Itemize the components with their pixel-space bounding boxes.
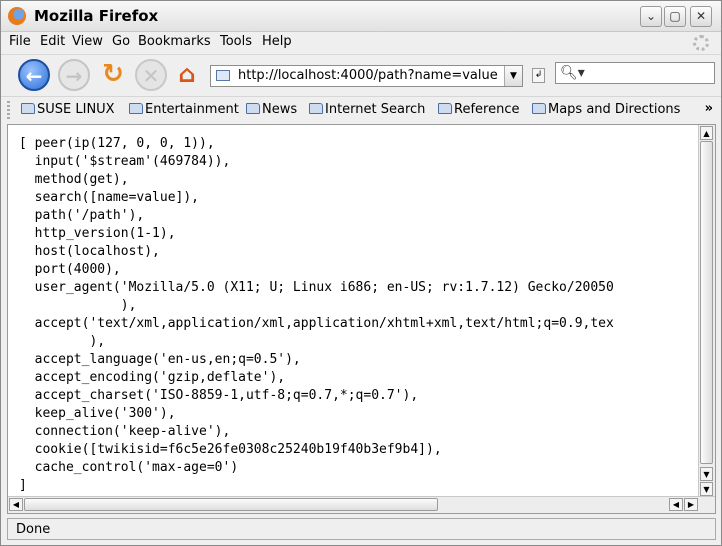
code-line: user_agent('Mozilla/5.0 (X11; U; Linux i…	[19, 280, 614, 295]
url-input[interactable]: http://localhost:4000/path?name=value	[238, 68, 498, 83]
bookmark-reference[interactable]: Reference	[438, 102, 519, 117]
code-line: accept('text/xml,application/xml,applica…	[19, 316, 614, 331]
bookmarks-toolbar: SUSE LINUX Entertainment News Internet S…	[1, 96, 721, 123]
folder-icon	[438, 103, 452, 114]
bookmark-label: News	[262, 102, 298, 117]
code-line: accept_charset('ISO-8859-1,utf-8;q=0.7,*…	[19, 388, 419, 403]
code-line: accept_language('en-us,en;q=0.5'),	[19, 352, 301, 367]
toolbar-grip-icon[interactable]	[7, 101, 10, 119]
bookmark-label: Entertainment	[145, 102, 239, 117]
bookmark-maps-and-directions[interactable]: Maps and Directions	[532, 102, 680, 117]
menu-bar: File Edit View Go Bookmarks Tools Help	[1, 32, 721, 54]
code-line: path('/path'),	[19, 208, 145, 223]
scroll-left-arrow-icon[interactable]: ◀	[669, 498, 683, 511]
stop-button[interactable]: ✕	[135, 59, 167, 91]
menu-tools[interactable]: Tools	[220, 34, 252, 49]
scroll-right-arrow-icon[interactable]: ▶	[684, 498, 698, 511]
throbber-icon	[693, 35, 709, 51]
reload-button[interactable]: ↻	[97, 59, 129, 91]
chevron-down-icon: ▼	[510, 71, 517, 81]
bookmark-entertainment[interactable]: Entertainment	[129, 102, 239, 117]
code-line: ]	[19, 478, 27, 493]
bookmark-label: Reference	[454, 102, 520, 117]
code-line: cookie([twikisid=f6c5e26fe0308c25240b19f…	[19, 442, 442, 457]
go-button[interactable]: ↲	[532, 68, 545, 83]
code-line: http_version(1-1),	[19, 226, 176, 241]
folder-icon	[309, 103, 323, 114]
back-arrow-icon: ←	[25, 64, 43, 88]
status-text: Done	[16, 522, 51, 537]
page-text: [ peer(ip(127, 0, 0, 1)), input('$stream…	[19, 135, 702, 495]
window-title: Mozilla Firefox	[34, 7, 159, 25]
code-line: accept_encoding('gzip,deflate'),	[19, 370, 286, 385]
status-bar: Done	[7, 518, 716, 540]
code-line: method(get),	[19, 172, 129, 187]
minimize-button[interactable]: ⌄	[640, 6, 662, 27]
folder-icon	[21, 103, 35, 114]
menu-help[interactable]: Help	[262, 34, 292, 49]
vertical-scrollbar[interactable]: ▲ ▼ ▼	[698, 125, 715, 498]
bookmark-suse-linux[interactable]: SUSE LINUX	[21, 102, 115, 117]
scroll-down-arrow-icon[interactable]: ▼	[700, 482, 713, 496]
url-history-dropdown[interactable]: ▼	[504, 66, 522, 86]
reload-icon: ↻	[102, 59, 124, 89]
code-line: ),	[19, 334, 106, 349]
horizontal-scroll-thumb[interactable]	[24, 498, 438, 511]
title-bar[interactable]: Mozilla Firefox ⌄ ▢ ✕	[1, 1, 721, 32]
code-line: input('$stream'(469784)),	[19, 154, 231, 169]
menu-go[interactable]: Go	[112, 34, 130, 49]
home-icon: ⌂	[178, 60, 196, 88]
scroll-left-arrow-icon[interactable]: ◀	[9, 498, 23, 511]
code-line: host(localhost),	[19, 244, 160, 259]
code-line: cache_control('max-age=0')	[19, 460, 239, 475]
bookmark-label: Maps and Directions	[548, 102, 681, 117]
search-icon[interactable]: 🔍︎▾	[560, 65, 585, 81]
menu-file[interactable]: File	[9, 34, 31, 49]
code-line: keep_alive('300'),	[19, 406, 176, 421]
code-line: port(4000),	[19, 262, 121, 277]
stop-icon: ✕	[142, 64, 160, 88]
bookmarks-overflow-chevron-icon[interactable]: »	[705, 101, 713, 116]
menu-view[interactable]: View	[72, 34, 103, 49]
folder-icon	[246, 103, 260, 114]
bookmark-label: Internet Search	[325, 102, 426, 117]
back-button[interactable]: ←	[18, 59, 50, 91]
bookmark-label: SUSE LINUX	[37, 102, 115, 117]
bookmark-news[interactable]: News	[246, 102, 297, 117]
scroll-down-arrow-icon[interactable]: ▼	[700, 467, 713, 481]
bookmark-internet-search[interactable]: Internet Search	[309, 102, 425, 117]
folder-icon	[532, 103, 546, 114]
page-icon	[216, 70, 230, 81]
code-line: connection('keep-alive'),	[19, 424, 231, 439]
vertical-scroll-thumb[interactable]	[700, 141, 713, 464]
scroll-up-arrow-icon[interactable]: ▲	[700, 126, 713, 140]
menu-edit[interactable]: Edit	[40, 34, 65, 49]
menu-bookmarks[interactable]: Bookmarks	[138, 34, 211, 49]
close-button[interactable]: ✕	[690, 6, 712, 27]
code-line: [ peer(ip(127, 0, 0, 1)),	[19, 136, 215, 151]
url-bar[interactable]: http://localhost:4000/path?name=value ▼	[210, 65, 523, 87]
search-input[interactable]: 🔍︎▾	[555, 62, 715, 84]
firefox-logo-icon	[8, 7, 26, 25]
code-line: search([name=value]),	[19, 190, 200, 205]
browser-window: Mozilla Firefox ⌄ ▢ ✕ File Edit View Go …	[0, 0, 722, 546]
forward-arrow-icon: →	[65, 64, 83, 88]
page-content: [ peer(ip(127, 0, 0, 1)), input('$stream…	[7, 124, 716, 514]
horizontal-scrollbar[interactable]: ◀ ◀ ▶	[8, 496, 715, 513]
code-line: ),	[19, 298, 137, 313]
maximize-button[interactable]: ▢	[664, 6, 686, 27]
folder-icon	[129, 103, 143, 114]
forward-button[interactable]: →	[58, 59, 90, 91]
go-arrow-icon: ↲	[534, 70, 543, 80]
home-button[interactable]: ⌂	[171, 59, 203, 91]
